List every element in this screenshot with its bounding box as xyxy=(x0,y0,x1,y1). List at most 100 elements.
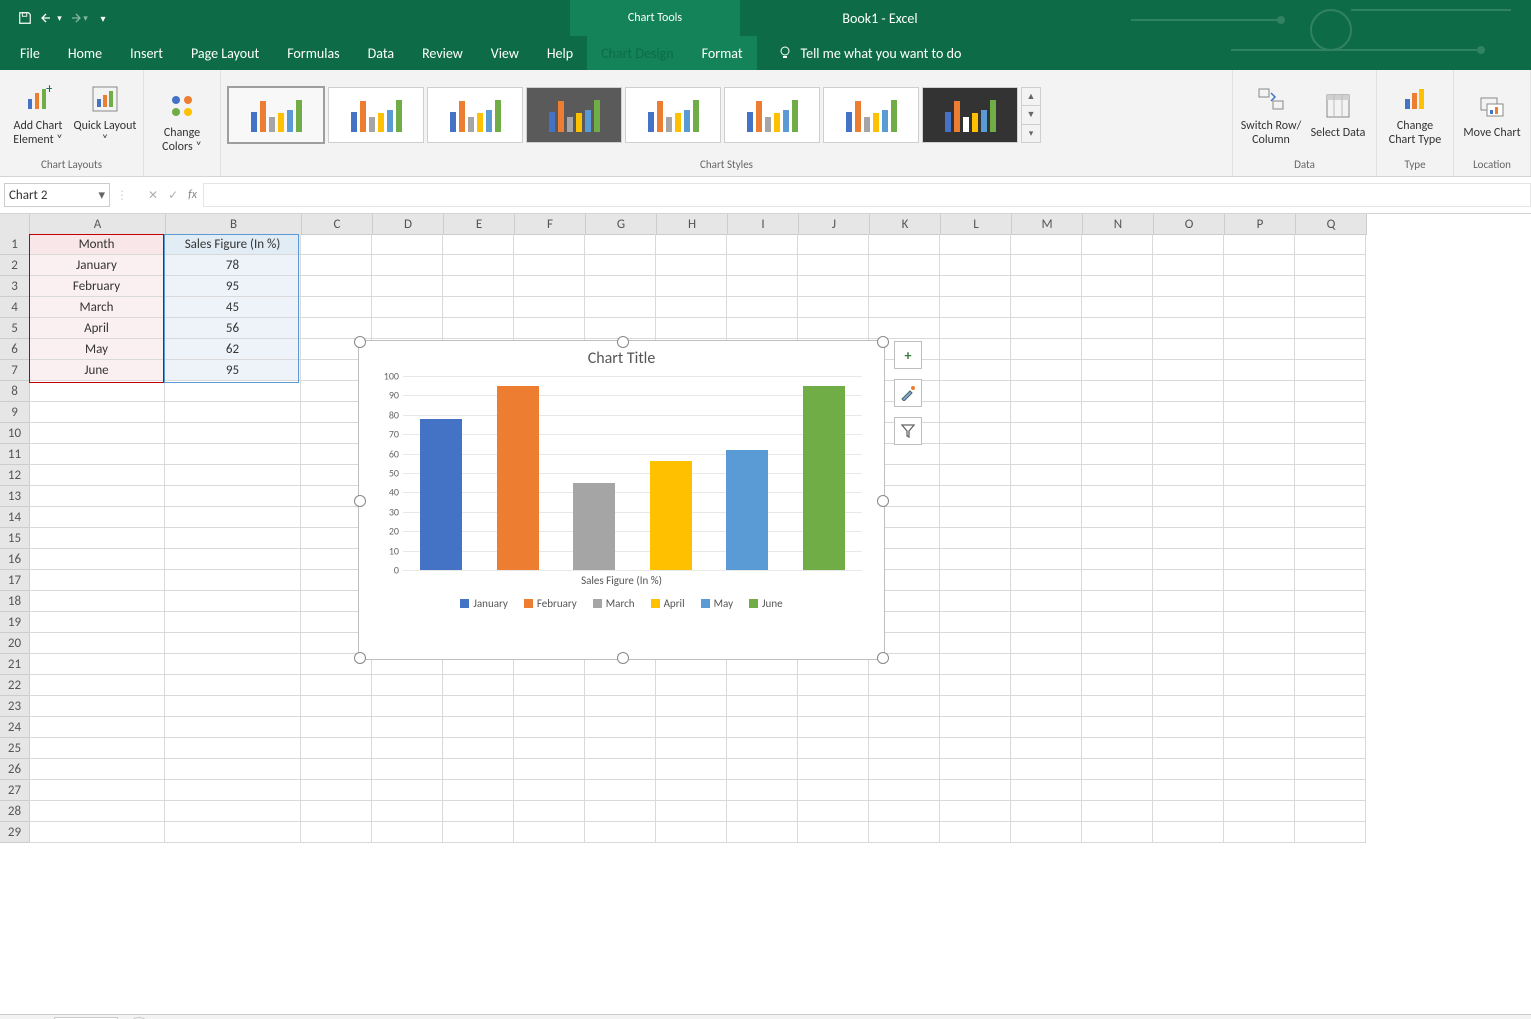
cell-B7[interactable]: 95 xyxy=(165,360,301,381)
cell-L22[interactable] xyxy=(940,675,1011,696)
cell-A4[interactable]: March xyxy=(29,297,165,318)
legend-item-June[interactable]: June xyxy=(749,597,783,610)
cell-I4[interactable] xyxy=(727,297,798,318)
cell-N20[interactable] xyxy=(1082,633,1153,654)
cell-P9[interactable] xyxy=(1224,402,1295,423)
cell-D24[interactable] xyxy=(372,717,443,738)
cell-N18[interactable] xyxy=(1082,591,1153,612)
col-header-M[interactable]: M xyxy=(1012,214,1083,235)
row-header-19[interactable]: 19 xyxy=(0,612,30,633)
cell-P29[interactable] xyxy=(1224,822,1295,843)
cell-H2[interactable] xyxy=(656,255,727,276)
cell-P26[interactable] xyxy=(1224,759,1295,780)
cell-P19[interactable] xyxy=(1224,612,1295,633)
cell-L6[interactable] xyxy=(940,339,1011,360)
cell-D25[interactable] xyxy=(372,738,443,759)
cell-A6[interactable]: May xyxy=(29,339,165,360)
cell-P18[interactable] xyxy=(1224,591,1295,612)
cell-O6[interactable] xyxy=(1153,339,1224,360)
cell-B17[interactable] xyxy=(165,570,301,591)
cell-L9[interactable] xyxy=(940,402,1011,423)
undo-button[interactable]: ▾ xyxy=(40,7,62,29)
cell-O8[interactable] xyxy=(1153,381,1224,402)
cell-O15[interactable] xyxy=(1153,528,1224,549)
cell-O4[interactable] xyxy=(1153,297,1224,318)
cell-P22[interactable] xyxy=(1224,675,1295,696)
cell-F25[interactable] xyxy=(514,738,585,759)
cell-F22[interactable] xyxy=(514,675,585,696)
chart-style-5[interactable] xyxy=(625,87,721,143)
cell-Q17[interactable] xyxy=(1295,570,1366,591)
cell-D29[interactable] xyxy=(372,822,443,843)
cell-G27[interactable] xyxy=(585,780,656,801)
cell-L10[interactable] xyxy=(940,423,1011,444)
cell-H5[interactable] xyxy=(656,318,727,339)
cell-L1[interactable] xyxy=(940,234,1011,255)
row-header-7[interactable]: 7 xyxy=(0,360,30,381)
cell-B23[interactable] xyxy=(165,696,301,717)
cell-H24[interactable] xyxy=(656,717,727,738)
cell-I5[interactable] xyxy=(727,318,798,339)
cell-C2[interactable] xyxy=(301,255,372,276)
cell-A16[interactable] xyxy=(29,549,165,570)
cell-O18[interactable] xyxy=(1153,591,1224,612)
cell-F23[interactable] xyxy=(514,696,585,717)
fx-icon[interactable]: fx xyxy=(188,188,197,202)
col-header-F[interactable]: F xyxy=(515,214,586,235)
cell-H28[interactable] xyxy=(656,801,727,822)
cell-O3[interactable] xyxy=(1153,276,1224,297)
cell-J5[interactable] xyxy=(798,318,869,339)
cell-D28[interactable] xyxy=(372,801,443,822)
cell-J3[interactable] xyxy=(798,276,869,297)
add-chart-element-button[interactable]: + Add Chart Element ˅ xyxy=(6,75,70,155)
cell-B20[interactable] xyxy=(165,633,301,654)
cell-K29[interactable] xyxy=(869,822,940,843)
cell-I26[interactable] xyxy=(727,759,798,780)
row-header-20[interactable]: 20 xyxy=(0,633,30,654)
change-chart-type-button[interactable]: Change Chart Type xyxy=(1383,75,1447,155)
cell-Q29[interactable] xyxy=(1295,822,1366,843)
cell-A15[interactable] xyxy=(29,528,165,549)
cell-P4[interactable] xyxy=(1224,297,1295,318)
row-header-25[interactable]: 25 xyxy=(0,738,30,759)
cell-Q27[interactable] xyxy=(1295,780,1366,801)
cell-L14[interactable] xyxy=(940,507,1011,528)
name-box[interactable]: Chart 2▾ xyxy=(4,183,110,207)
cell-P11[interactable] xyxy=(1224,444,1295,465)
col-header-O[interactable]: O xyxy=(1154,214,1225,235)
cell-B3[interactable]: 95 xyxy=(165,276,301,297)
cell-N14[interactable] xyxy=(1082,507,1153,528)
cell-K23[interactable] xyxy=(869,696,940,717)
cell-O21[interactable] xyxy=(1153,654,1224,675)
legend-item-January[interactable]: January xyxy=(460,597,507,610)
cell-Q9[interactable] xyxy=(1295,402,1366,423)
tab-page-layout[interactable]: Page Layout xyxy=(177,36,273,70)
cell-A10[interactable] xyxy=(29,423,165,444)
cell-I25[interactable] xyxy=(727,738,798,759)
cell-Q19[interactable] xyxy=(1295,612,1366,633)
cell-A11[interactable] xyxy=(29,444,165,465)
cell-B6[interactable]: 62 xyxy=(165,339,301,360)
cell-Q24[interactable] xyxy=(1295,717,1366,738)
cell-F4[interactable] xyxy=(514,297,585,318)
col-header-N[interactable]: N xyxy=(1083,214,1154,235)
cell-B4[interactable]: 45 xyxy=(165,297,301,318)
cell-Q6[interactable] xyxy=(1295,339,1366,360)
cell-M8[interactable] xyxy=(1011,381,1082,402)
cell-B16[interactable] xyxy=(165,549,301,570)
cell-O1[interactable] xyxy=(1153,234,1224,255)
cell-L16[interactable] xyxy=(940,549,1011,570)
cell-M24[interactable] xyxy=(1011,717,1082,738)
cell-A20[interactable] xyxy=(29,633,165,654)
cell-Q11[interactable] xyxy=(1295,444,1366,465)
cell-B27[interactable] xyxy=(165,780,301,801)
switch-row-column-button[interactable]: Switch Row/ Column xyxy=(1239,75,1303,155)
cell-L28[interactable] xyxy=(940,801,1011,822)
cell-A13[interactable] xyxy=(29,486,165,507)
row-header-21[interactable]: 21 xyxy=(0,654,30,675)
cell-M13[interactable] xyxy=(1011,486,1082,507)
cell-Q3[interactable] xyxy=(1295,276,1366,297)
cell-J29[interactable] xyxy=(798,822,869,843)
cell-I23[interactable] xyxy=(727,696,798,717)
cell-M1[interactable] xyxy=(1011,234,1082,255)
